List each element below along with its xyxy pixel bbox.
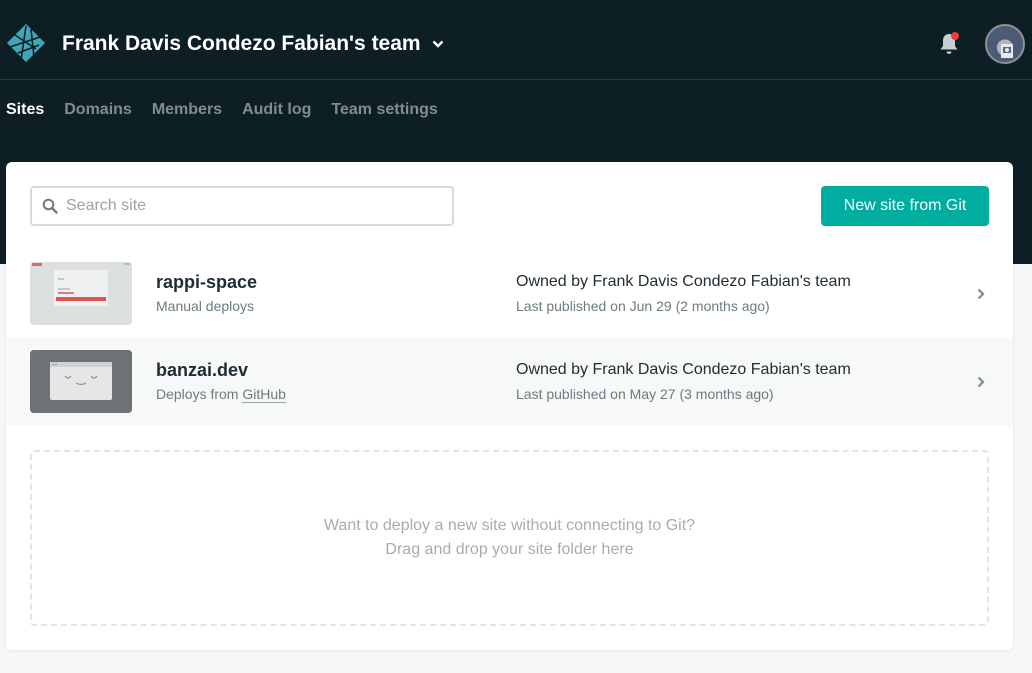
site-name[interactable]: banzai.dev	[156, 360, 248, 381]
last-published: Last published on May 27 (3 months ago)	[516, 386, 774, 402]
sites-card: New site from Git rappi-space Manual dep…	[6, 162, 1013, 650]
site-name[interactable]: rappi-space	[156, 272, 257, 293]
site-thumbnail	[30, 262, 132, 325]
header-row: Frank Davis Condezo Fabian's team	[0, 0, 1032, 80]
site-owner: Owned by Frank Davis Condezo Fabian's te…	[516, 273, 851, 290]
team-switcher[interactable]: Frank Davis Condezo Fabian's team	[62, 32, 444, 56]
drag-drop-zone[interactable]: Want to deploy a new site without connec…	[30, 450, 989, 626]
chevron-down-icon	[433, 41, 444, 49]
search-box	[30, 186, 454, 226]
team-name: Frank Davis Condezo Fabian's team	[62, 32, 421, 55]
notification-badge	[951, 32, 959, 40]
avatar-image-icon	[1001, 44, 1013, 58]
chevron-right-icon	[977, 288, 985, 300]
tab-team-settings[interactable]: Team settings	[331, 101, 437, 119]
search-icon	[42, 198, 58, 214]
tab-domains[interactable]: Domains	[64, 101, 132, 119]
site-preview-image	[30, 262, 132, 325]
tab-sites[interactable]: Sites	[6, 101, 44, 119]
github-link[interactable]: GitHub	[242, 386, 286, 403]
tab-audit-log[interactable]: Audit log	[242, 101, 311, 119]
team-nav: Sites Domains Members Audit log Team setting…	[6, 101, 458, 121]
last-published: Last published on Jun 29 (2 months ago)	[516, 298, 770, 314]
tab-members[interactable]: Members	[152, 101, 222, 119]
new-site-from-git-button[interactable]: New site from Git	[821, 186, 989, 226]
deploy-method: Manual deploys	[156, 298, 255, 314]
site-row-rappi-space[interactable]: rappi-space Manual deploys Owned by Fran…	[6, 250, 1013, 338]
chevron-right-icon	[977, 376, 985, 388]
deploy-method: Deploys from GitHub	[156, 386, 286, 403]
dropzone-instruction: Drag and drop your site folder here	[385, 541, 634, 558]
search-input[interactable]	[66, 188, 446, 224]
avatar[interactable]	[985, 24, 1025, 64]
deploy-prefix: Deploys from	[156, 386, 243, 402]
site-thumbnail	[30, 350, 132, 413]
dropzone-question: Want to deploy a new site without connec…	[323, 517, 696, 534]
site-row-banzai-dev[interactable]: banzai.dev Deploys from GitHub Owned by …	[6, 338, 1013, 426]
netlify-logo-icon[interactable]	[6, 23, 46, 63]
site-owner: Owned by Frank Davis Condezo Fabian's te…	[516, 361, 851, 378]
site-placeholder-image	[30, 350, 132, 413]
